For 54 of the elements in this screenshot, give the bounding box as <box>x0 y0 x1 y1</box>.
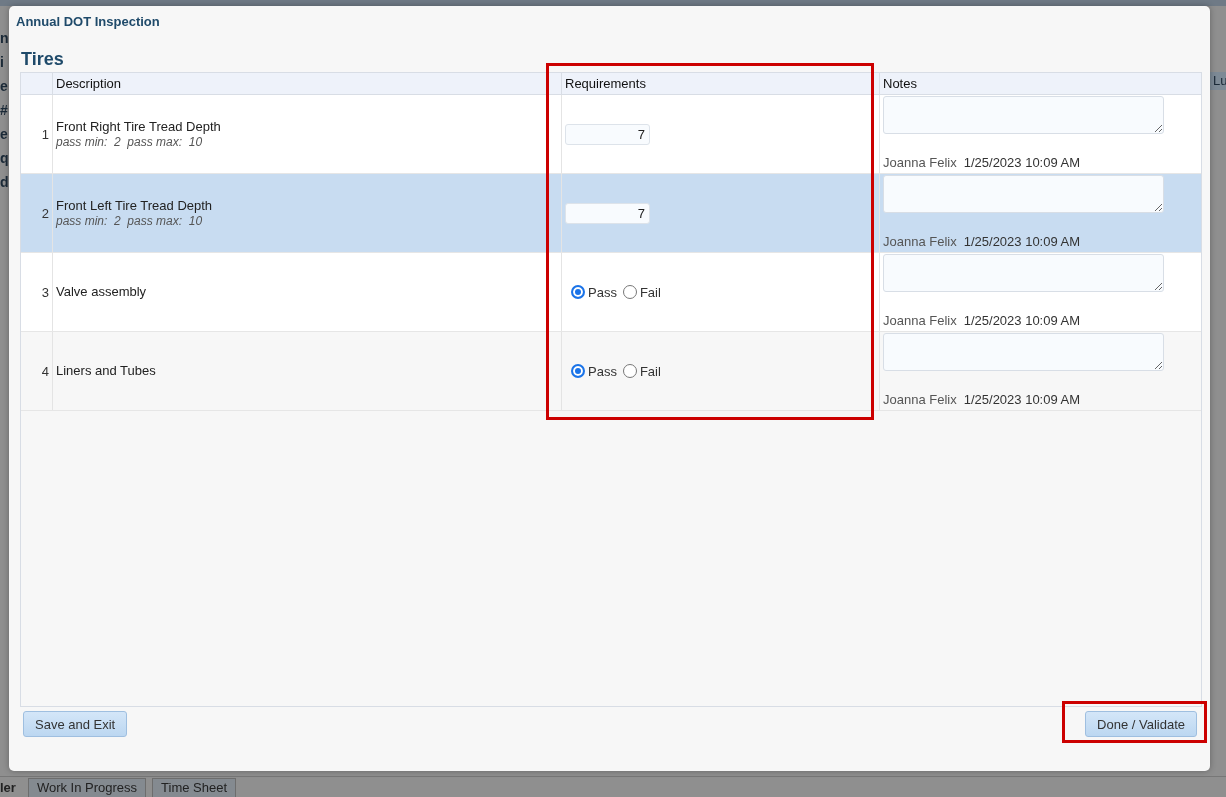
author-name: Joanna Felix <box>883 234 957 250</box>
pass-limits: pass min: 2 pass max: 10 <box>56 213 204 229</box>
background-text: # <box>0 102 9 118</box>
radio-option[interactable]: Fail <box>622 363 661 379</box>
radio-button[interactable] <box>571 364 585 378</box>
item-description: Front Right Tire Tread Depth <box>56 118 222 135</box>
column-header: Description <box>52 73 561 94</box>
section-heading: Tires <box>21 48 65 70</box>
background-text: e <box>0 78 9 94</box>
pass-limits: pass min: 2 pass max: 10 <box>56 134 204 150</box>
tab[interactable]: ler <box>0 779 22 797</box>
notes-field[interactable] <box>883 175 1164 213</box>
radio-button[interactable] <box>571 285 585 299</box>
notes-field[interactable] <box>883 254 1164 292</box>
background-tab[interactable]: Lu <box>1210 72 1226 90</box>
background-text: n <box>0 30 9 46</box>
author-name: Joanna Felix <box>883 155 957 171</box>
radio-button[interactable] <box>622 285 637 299</box>
radio-option[interactable]: Pass <box>571 363 617 379</box>
column-header: Notes <box>879 73 1199 94</box>
dialog-title: Annual DOT Inspection <box>16 14 161 30</box>
table-row[interactable]: 1 Front Right Tire Tread Depth pass min: 2 pass max: 10 7 Joanna Felix 1/25/2023 10:09 AM <box>21 95 1201 174</box>
timestamp: 1/25/2023 10:09 AM <box>963 155 1081 171</box>
column-header: Requirements <box>561 73 879 94</box>
validate-button[interactable]: Done / Validate <box>1085 711 1197 737</box>
table-row[interactable]: 2 Front Left Tire Tread Depth pass min: 2 pass max: 10 7 Joanna Felix 1/25/2023 10:09 AM <box>21 174 1201 253</box>
author-name: Joanna Felix <box>883 313 957 329</box>
table-row[interactable]: 4 Liners and Tubes Pass Fail Joanna Felix 1/25/2023 10:09 AM <box>21 332 1201 411</box>
notes-field[interactable] <box>883 333 1164 371</box>
save-button[interactable]: Save and Exit <box>23 711 128 737</box>
row-number: 4 <box>41 363 49 379</box>
timestamp: 1/25/2023 10:09 AM <box>963 234 1081 250</box>
background-text: i <box>0 54 5 70</box>
number-field[interactable]: 7 <box>565 202 650 224</box>
notes-field[interactable] <box>883 96 1164 134</box>
tab[interactable]: Time Sheet <box>152 778 237 797</box>
row-number: 1 <box>41 126 49 142</box>
radio-option[interactable]: Pass <box>571 284 617 300</box>
row-number: 2 <box>41 205 49 221</box>
item-description: Liners and Tubes <box>56 363 157 379</box>
item-description: Front Left Tire Tread Depth <box>56 197 214 214</box>
row-number: 3 <box>41 284 49 300</box>
background-text: d <box>0 174 9 190</box>
background-text: e <box>0 126 9 142</box>
background-text: q <box>0 150 9 166</box>
radio-option[interactable]: Fail <box>622 284 661 300</box>
timestamp: 1/25/2023 10:09 AM <box>963 392 1081 408</box>
author-name: Joanna Felix <box>883 392 957 408</box>
radio-button[interactable] <box>622 364 637 378</box>
number-field[interactable]: 7 <box>565 123 650 145</box>
table-row[interactable]: 3 Valve assembly Pass Fail Joanna Felix 1/25/2023 10:09 AM <box>21 253 1201 332</box>
item-description: Valve assembly <box>56 284 148 300</box>
tab[interactable]: Work In Progress <box>27 778 147 797</box>
timestamp: 1/25/2023 10:09 AM <box>963 313 1081 329</box>
